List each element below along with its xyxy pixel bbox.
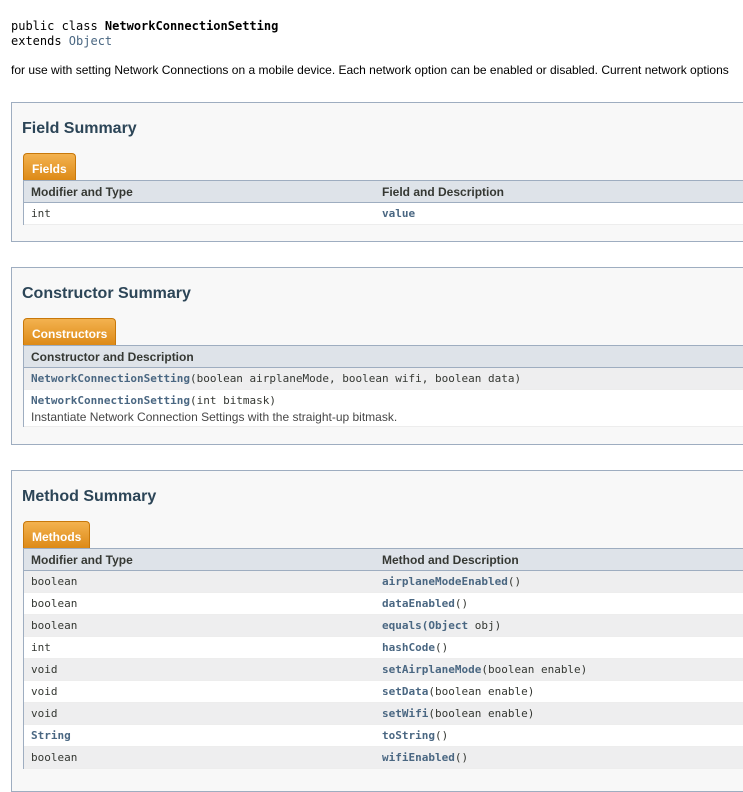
extends-label: extends <box>11 34 69 48</box>
constructor-description: Instantiate Network Connection Settings … <box>31 410 398 424</box>
col-modifier-type: Modifier and Type <box>31 553 133 567</box>
method-return-type: boolean <box>31 597 78 610</box>
class-description: for use with setting Network Connections… <box>11 63 729 77</box>
constructor-link[interactable]: NetworkConnectionSetting <box>31 394 190 407</box>
method-link-wifiEnabled[interactable]: wifiEnabled <box>382 751 455 764</box>
method-link-setWifi[interactable]: setWifi <box>382 707 428 720</box>
method-link-dataEnabled[interactable]: dataEnabled <box>382 597 455 610</box>
signature-prefix: public class <box>11 19 105 33</box>
method-table-header: Modifier and Type Method and Description <box>24 548 743 571</box>
method-return-type: void <box>31 685 58 698</box>
method-link-equals[interactable]: equals <box>382 619 422 632</box>
method-table: Modifier and Type Method and Description… <box>23 548 743 769</box>
constructor-link[interactable]: NetworkConnectionSetting <box>31 372 190 385</box>
constructor-params: (int bitmask) <box>189 394 277 407</box>
method-params: obj) <box>468 619 502 632</box>
class-name: NetworkConnectionSetting <box>104 19 279 33</box>
method-link-setData[interactable]: setData <box>382 685 428 698</box>
string-type-link[interactable]: String <box>31 729 71 742</box>
col-constructor-description: Constructor and Description <box>31 350 194 364</box>
object-type-link[interactable]: (Object <box>422 619 468 632</box>
method-params: (boolean enable) <box>428 685 535 698</box>
table-row: boolean equals(Object obj) <box>24 615 743 637</box>
method-return-type: void <box>31 663 58 676</box>
method-return-type: boolean <box>31 575 78 588</box>
field-table: Modifier and Type Field and Description … <box>23 180 743 225</box>
method-return-type: boolean <box>31 751 78 764</box>
table-row: void setWifi(boolean enable) <box>24 703 743 725</box>
field-link-value[interactable]: value <box>382 207 415 220</box>
table-row: boolean dataEnabled() <box>24 593 743 615</box>
method-summary-section: Method Summary Methods Modifier and Type… <box>11 470 743 792</box>
table-row: void setAirplaneMode(boolean enable) <box>24 659 743 681</box>
tab-methods[interactable]: Methods <box>23 521 91 548</box>
method-link-toString[interactable]: toString <box>382 729 435 742</box>
col-field-description: Field and Description <box>382 185 505 199</box>
method-link-airplaneModeEnabled[interactable]: airplaneModeEnabled <box>382 575 508 588</box>
table-row: NetworkConnectionSetting(boolean airplan… <box>24 368 743 390</box>
method-params: () <box>454 751 469 764</box>
method-params: (boolean enable) <box>481 663 588 676</box>
constructor-params: (boolean airplaneMode, boolean wifi, boo… <box>189 372 522 385</box>
parent-class-link[interactable]: Object <box>69 34 112 48</box>
method-summary-title: Method Summary <box>22 488 157 505</box>
field-table-header: Modifier and Type Field and Description <box>24 180 743 203</box>
method-return-type: boolean <box>31 619 78 632</box>
tab-fields[interactable]: Fields <box>23 153 76 180</box>
table-row: NetworkConnectionSetting(int bitmask) In… <box>24 390 743 427</box>
field-summary-title: Field Summary <box>22 120 137 137</box>
table-row: int hashCode() <box>24 637 743 659</box>
field-type: int <box>31 207 51 220</box>
col-method-description: Method and Description <box>382 553 519 567</box>
method-params: () <box>507 575 522 588</box>
constructor-table: Constructor and Description NetworkConne… <box>23 345 743 427</box>
method-params: () <box>434 729 449 742</box>
method-params: () <box>454 597 469 610</box>
field-summary-section: Field Summary Fields Modifier and Type F… <box>11 102 743 242</box>
table-row: boolean wifiEnabled() <box>24 747 743 769</box>
method-link-setAirplaneMode[interactable]: setAirplaneMode <box>382 663 481 676</box>
method-params: (boolean enable) <box>428 707 535 720</box>
table-row: String toString() <box>24 725 743 747</box>
col-modifier-type: Modifier and Type <box>31 185 133 199</box>
method-params: () <box>434 641 449 654</box>
table-row: int value <box>24 203 743 225</box>
method-return-type: int <box>31 641 51 654</box>
constructor-table-header: Constructor and Description <box>24 345 743 368</box>
class-signature: public class NetworkConnectionSetting ex… <box>11 19 278 49</box>
constructor-summary-section: Constructor Summary Constructors Constru… <box>11 267 743 445</box>
method-link-hashCode[interactable]: hashCode <box>382 641 435 654</box>
table-row: void setData(boolean enable) <box>24 681 743 703</box>
tab-constructors[interactable]: Constructors <box>23 318 117 345</box>
constructor-summary-title: Constructor Summary <box>22 285 191 302</box>
table-row: boolean airplaneModeEnabled() <box>24 571 743 593</box>
method-return-type: void <box>31 707 58 720</box>
